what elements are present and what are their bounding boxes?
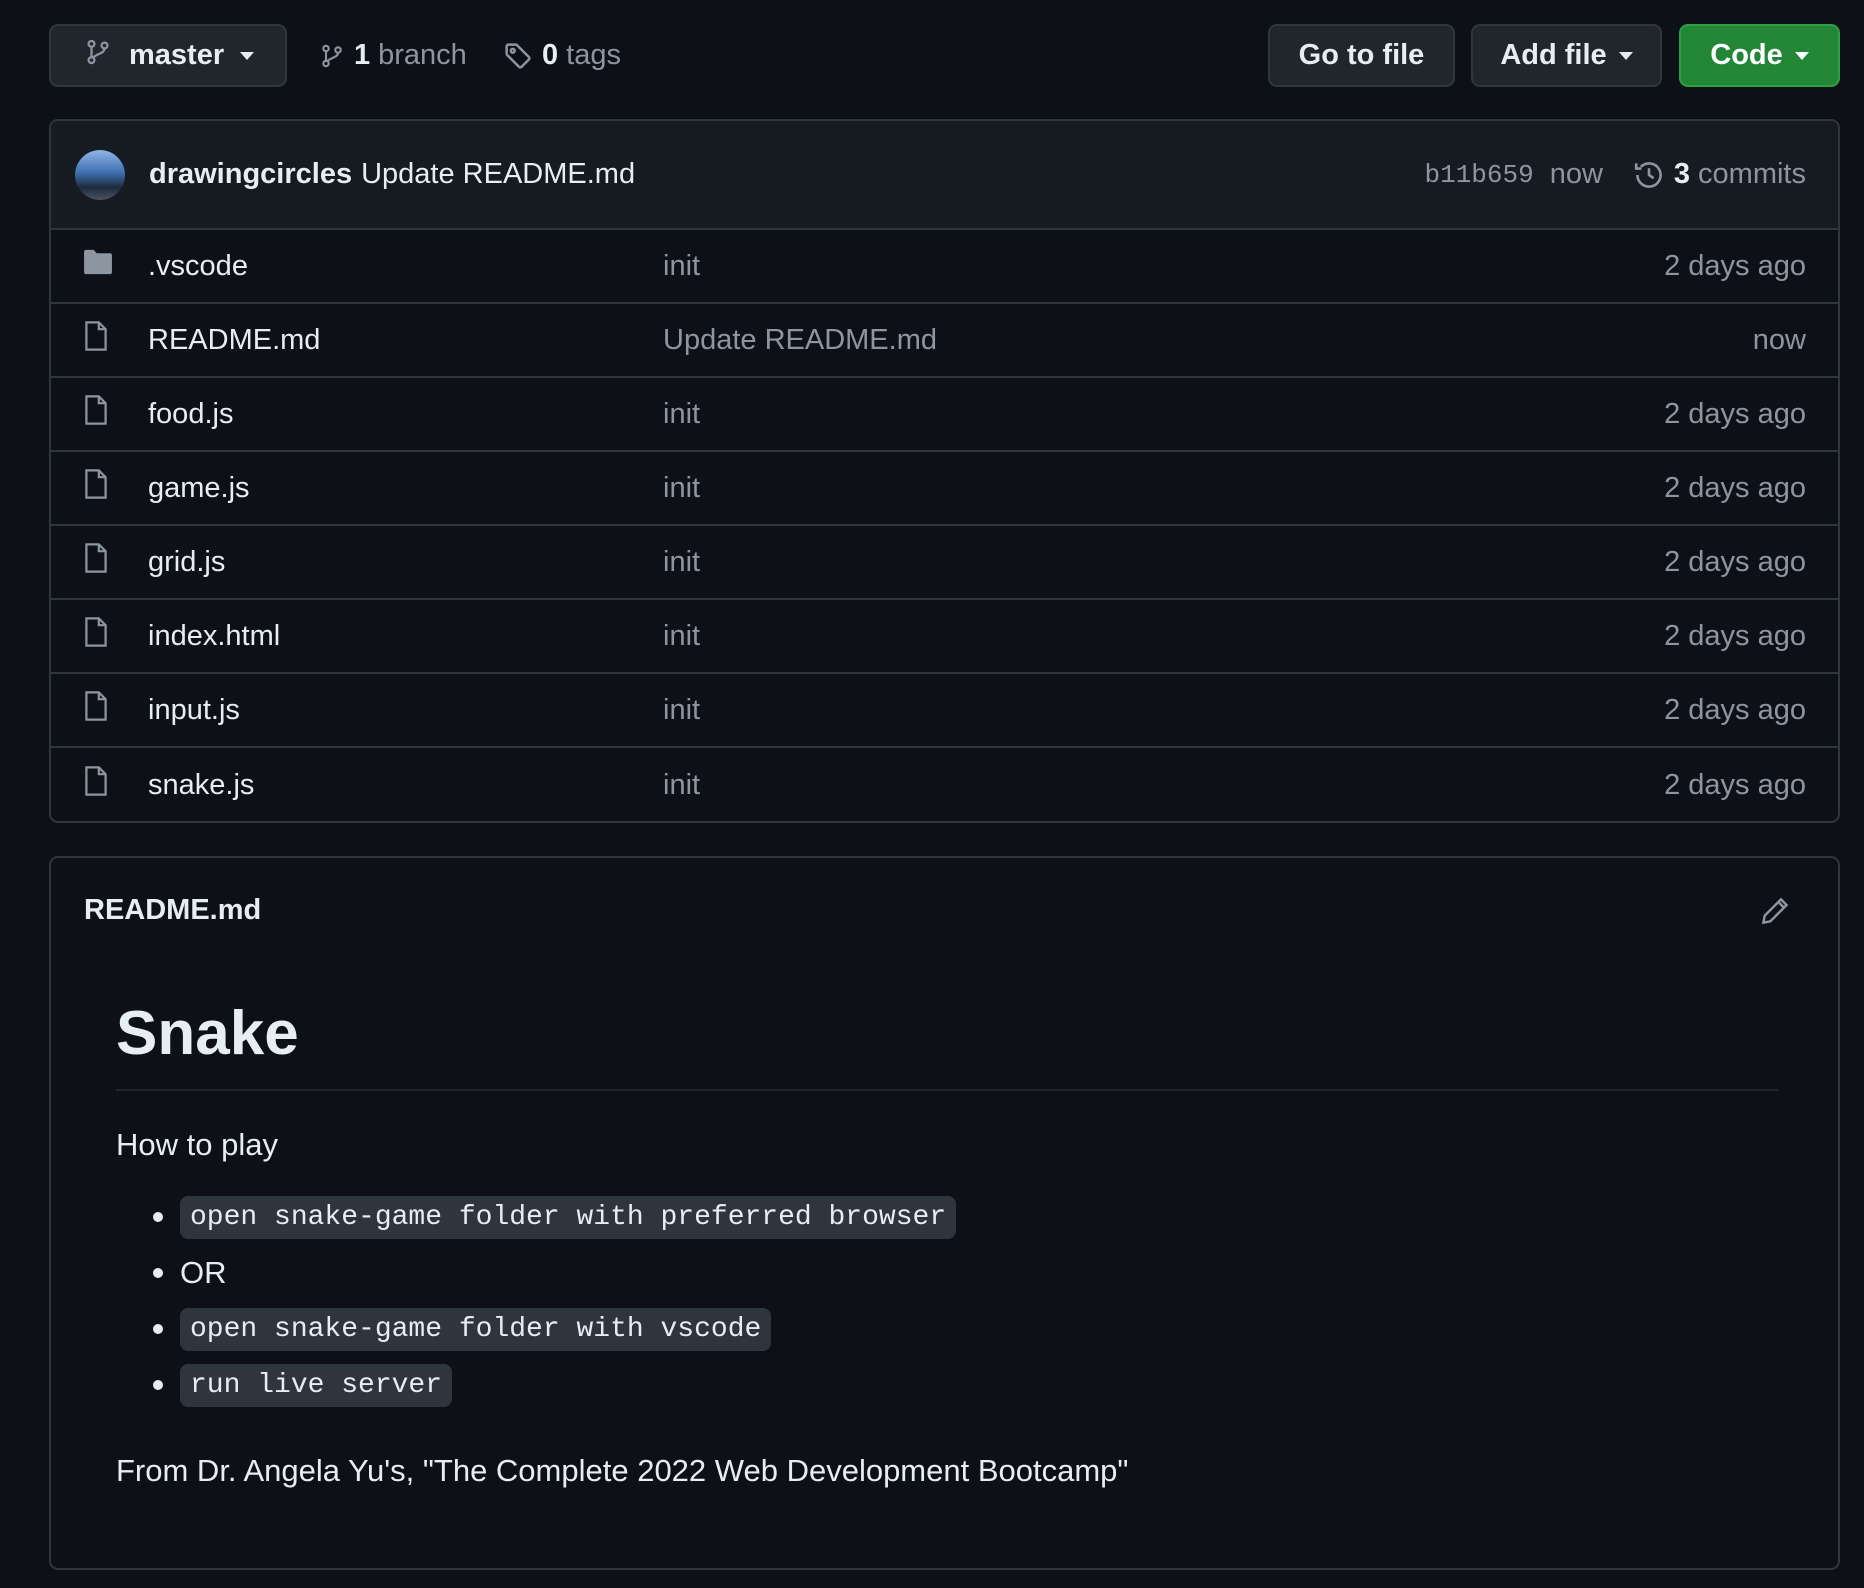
commit-time: now	[1549, 158, 1603, 190]
readme-list: open snake-game folder with preferred br…	[116, 1189, 1778, 1413]
file-browser: drawingcircles Update README.md b11b659 …	[49, 119, 1840, 823]
commits-history-link[interactable]: 3 commits	[1633, 158, 1806, 191]
file-row: game.js init 2 days ago	[51, 452, 1838, 526]
latest-commit-bar: drawingcircles Update README.md b11b659 …	[51, 121, 1838, 230]
file-commit-message-link[interactable]: init	[663, 546, 700, 579]
tag-label: tags	[566, 39, 621, 71]
file-row: snake.js init 2 days ago	[51, 748, 1838, 821]
go-to-file-button[interactable]: Go to file	[1268, 24, 1455, 87]
file-row: .vscode init 2 days ago	[51, 230, 1838, 304]
readme-content: Snake How to play open snake-game folder…	[116, 998, 1778, 1489]
commit-count: 3	[1673, 158, 1691, 190]
tag-count: 0	[542, 39, 559, 71]
pencil-icon[interactable]	[1760, 896, 1790, 931]
commit-sha-link[interactable]: b11b659	[1424, 160, 1533, 190]
inline-code: open snake-game folder with vscode	[180, 1307, 772, 1351]
branch-label: branch	[378, 39, 467, 71]
file-icon	[83, 468, 109, 508]
inline-code: open snake-game folder with preferred br…	[180, 1195, 957, 1239]
commit-label: commits	[1698, 158, 1806, 190]
readme-footer: From Dr. Angela Yu's, "The Complete 2022…	[116, 1453, 1129, 1489]
file-name-link[interactable]: README.md	[148, 324, 320, 357]
readme-heading: Snake	[116, 998, 1778, 1092]
file-commit-message-link[interactable]: Update README.md	[663, 324, 937, 357]
readme-list-item: open snake-game folder with vscode	[116, 1301, 1778, 1357]
file-commit-age: 2 days ago	[1664, 397, 1806, 430]
file-row: grid.js init 2 days ago	[51, 526, 1838, 600]
inline-code: run live server	[180, 1363, 453, 1407]
chevron-down-icon	[1618, 51, 1633, 60]
file-name-link[interactable]: snake.js	[148, 769, 254, 802]
file-row: README.md Update README.md now	[51, 304, 1838, 378]
file-commit-age: 2 days ago	[1664, 545, 1806, 578]
file-commit-message-link[interactable]: init	[663, 620, 700, 653]
file-name-link[interactable]: input.js	[148, 694, 240, 727]
readme-lead: How to play	[116, 1127, 278, 1163]
file-commit-message-link[interactable]: init	[663, 250, 700, 283]
git-branch-icon	[322, 44, 342, 67]
tag-icon	[505, 42, 531, 69]
file-commit-age: 2 days ago	[1664, 471, 1806, 504]
file-name-link[interactable]: food.js	[148, 398, 233, 431]
commit-author-link[interactable]: drawingcircles	[149, 158, 352, 191]
folder-icon	[83, 249, 113, 283]
branch-count: 1	[354, 39, 371, 71]
readme-filename[interactable]: README.md	[84, 894, 261, 927]
branches-link[interactable]: 1 branch	[320, 24, 467, 87]
file-commit-age: 2 days ago	[1664, 249, 1806, 282]
file-name-link[interactable]: game.js	[148, 472, 250, 505]
file-icon	[83, 616, 109, 656]
avatar[interactable]	[75, 149, 125, 200]
list-item-text: OR	[180, 1255, 227, 1291]
file-icon	[83, 542, 109, 582]
history-icon	[1634, 161, 1662, 188]
repo-toolbar: master 1 branch 0 tags Go to file Add fi…	[49, 24, 1840, 87]
git-branch-icon	[85, 37, 111, 75]
code-label: Code	[1710, 39, 1783, 71]
file-commit-message-link[interactable]: init	[663, 472, 700, 505]
add-file-button[interactable]: Add file	[1471, 24, 1662, 87]
file-icon	[83, 690, 109, 730]
go-to-file-label: Go to file	[1298, 39, 1425, 71]
file-name-link[interactable]: grid.js	[148, 546, 225, 579]
file-row: index.html init 2 days ago	[51, 600, 1838, 674]
repository-page: master 1 branch 0 tags Go to file Add fi…	[0, 0, 1864, 1588]
file-icon	[83, 765, 109, 805]
readme-list-item: open snake-game folder with preferred br…	[116, 1189, 1778, 1245]
file-commit-age: 2 days ago	[1664, 768, 1806, 801]
branch-selector-button[interactable]: master	[49, 24, 287, 87]
readme-list-item: run live server	[116, 1357, 1778, 1413]
file-commit-message-link[interactable]: init	[663, 398, 700, 431]
chevron-down-icon	[1794, 51, 1809, 60]
file-commit-age: now	[1752, 323, 1806, 356]
file-list: .vscode init 2 days ago README.md Update REA…	[51, 230, 1838, 821]
chevron-down-icon	[240, 51, 255, 60]
readme-list-item: OR	[116, 1245, 1778, 1301]
file-row: food.js init 2 days ago	[51, 378, 1838, 452]
readme-box: README.md Snake How to play open snake-g…	[49, 856, 1840, 1570]
file-row: input.js init 2 days ago	[51, 674, 1838, 748]
file-name-link[interactable]: .vscode	[148, 250, 248, 283]
commit-message-link[interactable]: Update README.md	[361, 158, 635, 191]
file-commit-message-link[interactable]: init	[663, 769, 700, 802]
file-name-link[interactable]: index.html	[148, 620, 280, 653]
add-file-label: Add file	[1500, 39, 1607, 71]
file-commit-age: 2 days ago	[1664, 693, 1806, 726]
file-commit-message-link[interactable]: init	[663, 694, 700, 727]
file-commit-age: 2 days ago	[1664, 619, 1806, 652]
file-icon	[83, 394, 109, 434]
commit-details: b11b659 now 3 commits	[1424, 158, 1806, 191]
code-button[interactable]: Code	[1679, 24, 1840, 87]
branch-name: master	[129, 39, 225, 71]
tags-link[interactable]: 0 tags	[504, 24, 621, 87]
file-icon	[83, 320, 109, 360]
